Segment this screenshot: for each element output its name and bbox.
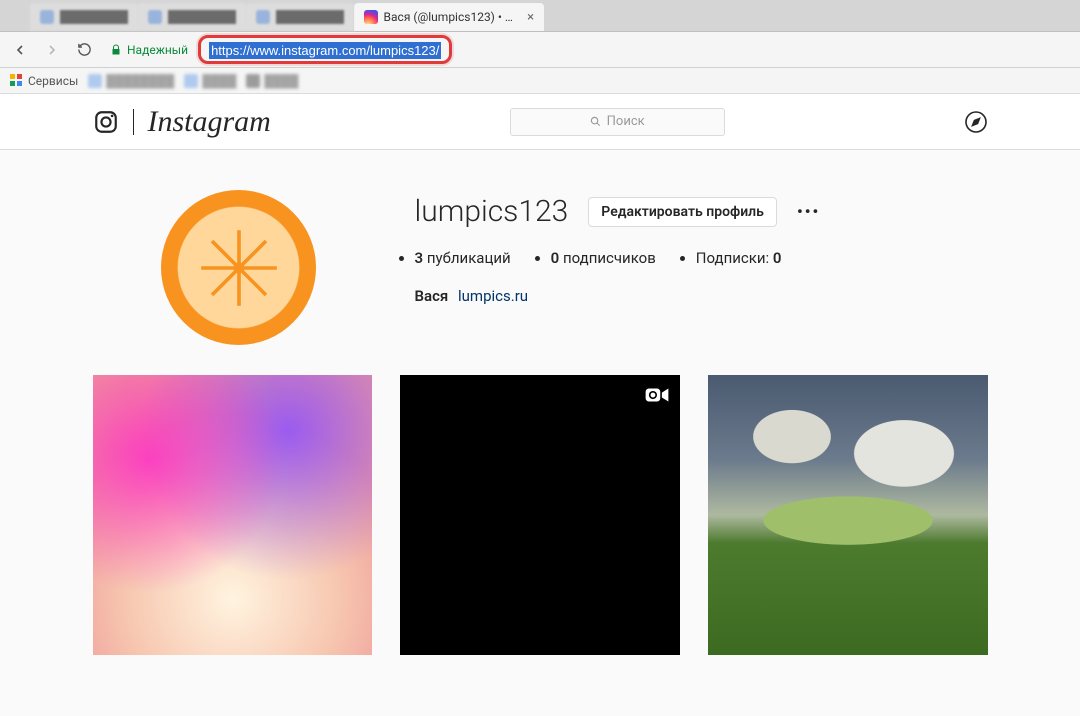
instagram-favicon bbox=[364, 10, 377, 24]
profile-avatar[interactable] bbox=[161, 190, 316, 345]
page-content: Instagram Поиск bbox=[0, 94, 1080, 655]
bookmark-item[interactable]: ████ bbox=[246, 74, 298, 88]
search-icon bbox=[590, 116, 601, 127]
secure-label: Надежный bbox=[127, 43, 188, 57]
post-thumbnail[interactable] bbox=[93, 375, 373, 655]
post-gallery bbox=[73, 375, 1008, 655]
bookmarks-services[interactable]: Сервисы bbox=[10, 74, 78, 88]
reload-button[interactable] bbox=[72, 38, 96, 62]
profile-more-button[interactable]: ••• bbox=[797, 202, 820, 221]
forward-button[interactable] bbox=[40, 38, 64, 62]
url-text[interactable]: https://www.instagram.com/lumpics123/ bbox=[209, 42, 441, 59]
bookmarks-services-label: Сервисы bbox=[28, 74, 78, 88]
profile-section: lumpics123 Редактировать профиль ••• 3 п… bbox=[73, 150, 1008, 375]
tab-title: Вася (@lumpics123) • Ф… bbox=[384, 10, 518, 24]
stat-following[interactable]: Подписки: 0 bbox=[696, 249, 782, 267]
back-button[interactable] bbox=[8, 38, 32, 62]
avatar-image bbox=[194, 223, 284, 313]
tab-close-icon[interactable]: × bbox=[527, 10, 534, 25]
lock-icon bbox=[110, 44, 122, 56]
apps-grid-icon bbox=[10, 74, 24, 88]
search-input[interactable]: Поиск bbox=[510, 108, 725, 136]
post-thumbnail[interactable] bbox=[708, 375, 988, 655]
video-indicator-icon bbox=[644, 385, 670, 409]
browser-tab-inactive[interactable]: ████████ bbox=[138, 3, 246, 31]
stat-followers[interactable]: 0 подписчиков bbox=[551, 249, 656, 267]
explore-button[interactable] bbox=[964, 110, 988, 134]
secure-indicator: Надежный bbox=[104, 43, 194, 57]
profile-bio: Вася lumpics.ru bbox=[415, 287, 988, 305]
instagram-glyph-icon bbox=[93, 109, 119, 135]
compass-icon bbox=[964, 110, 988, 134]
instagram-logo[interactable]: Instagram bbox=[93, 105, 271, 139]
logo-divider bbox=[133, 109, 134, 135]
profile-website-link[interactable]: lumpics.ru bbox=[458, 287, 528, 305]
browser-tab-active[interactable]: Вася (@lumpics123) • Ф… × bbox=[354, 3, 544, 31]
browser-tab-strip: ████████ ████████ ████████ Вася (@lumpic… bbox=[0, 0, 1080, 32]
bookmark-item[interactable]: ████████ bbox=[88, 74, 174, 88]
bookmarks-bar: Сервисы ████████ ████ ████ bbox=[0, 68, 1080, 94]
post-thumbnail[interactable] bbox=[400, 375, 680, 655]
browser-toolbar: Надежный https://www.instagram.com/lumpi… bbox=[0, 32, 1080, 68]
instagram-wordmark: Instagram bbox=[148, 105, 271, 139]
edit-profile-button[interactable]: Редактировать профиль bbox=[588, 197, 777, 227]
browser-tab-inactive[interactable]: ████████ bbox=[246, 3, 354, 31]
instagram-navbar: Instagram Поиск bbox=[0, 94, 1080, 150]
search-placeholder: Поиск bbox=[607, 114, 645, 129]
profile-display-name: Вася bbox=[415, 287, 449, 305]
browser-tab-inactive[interactable]: ████████ bbox=[30, 3, 138, 31]
bookmark-item[interactable]: ████ bbox=[184, 74, 236, 88]
profile-stats: 3 публикаций 0 подписчиков Подписки: 0 bbox=[415, 249, 988, 267]
profile-username: lumpics123 bbox=[415, 194, 569, 229]
stat-posts[interactable]: 3 публикаций bbox=[415, 249, 511, 267]
url-highlight-annotation: https://www.instagram.com/lumpics123/ bbox=[198, 35, 452, 64]
address-bar[interactable]: Надежный https://www.instagram.com/lumpi… bbox=[104, 37, 452, 63]
